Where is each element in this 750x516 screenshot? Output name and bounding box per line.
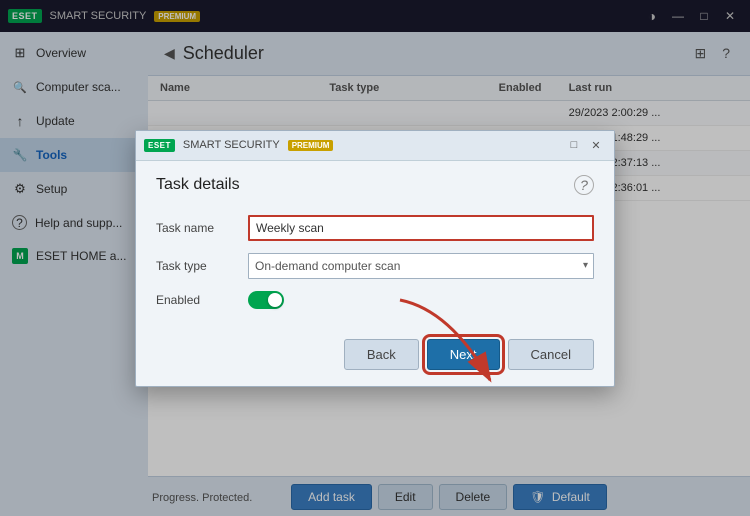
back-button[interactable]: Back — [344, 339, 419, 370]
modal-footer: Back Next Cancel — [136, 329, 614, 386]
task-type-select[interactable]: On-demand computer scan — [248, 253, 594, 279]
task-type-label: Task type — [156, 259, 236, 273]
modal-titlebar: ESET SMART SECURITY PREMIUM □ ✕ — [136, 131, 614, 161]
task-type-select-wrapper: On-demand computer scan ▾ — [248, 253, 594, 279]
modal-app-title: SMART SECURITY — [183, 139, 280, 151]
task-type-row: Task type On-demand computer scan ▾ — [156, 253, 594, 279]
modal-titlebar-left: ESET SMART SECURITY PREMIUM — [144, 139, 333, 152]
modal-maximize-button[interactable]: □ — [564, 136, 584, 154]
modal-close-button[interactable]: ✕ — [586, 136, 606, 154]
modal-eset-logo: ESET — [144, 139, 175, 152]
cancel-button[interactable]: Cancel — [508, 339, 594, 370]
toggle-knob — [268, 293, 282, 307]
modal-help-button[interactable]: ? — [574, 175, 594, 195]
modal-header: Task details ? — [136, 161, 614, 205]
enabled-label: Enabled — [156, 293, 236, 307]
enabled-toggle-wrapper — [248, 291, 594, 309]
modal-title: Task details — [156, 176, 240, 194]
task-name-row: Task name — [156, 215, 594, 241]
task-name-label: Task name — [156, 221, 236, 235]
next-button[interactable]: Next — [427, 339, 500, 370]
modal-overlay: ESET SMART SECURITY PREMIUM □ ✕ Task det… — [0, 0, 750, 516]
modal-titlebar-controls: □ ✕ — [564, 136, 606, 154]
enabled-toggle[interactable] — [248, 291, 284, 309]
enabled-row: Enabled — [156, 291, 594, 309]
task-name-input[interactable] — [248, 215, 594, 241]
modal-premium-badge: PREMIUM — [288, 140, 334, 151]
modal-dialog: ESET SMART SECURITY PREMIUM □ ✕ Task det… — [135, 130, 615, 387]
modal-body: Task name Task type On-demand computer s… — [136, 205, 614, 329]
